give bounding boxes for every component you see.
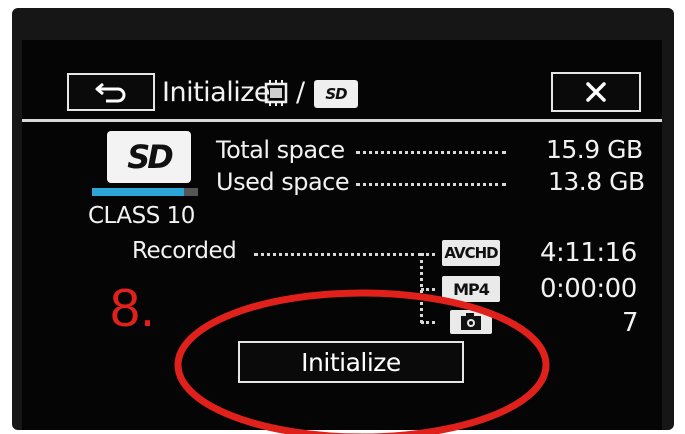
used-space-label: Used space [216, 168, 350, 196]
recorded-branch-1 [421, 253, 435, 256]
initialize-button[interactable]: Initialize [238, 341, 464, 383]
avchd-duration: 4:11:16 [540, 238, 637, 268]
avchd-format-badge: AVCHD [442, 240, 500, 266]
used-space-value: 13.8 GB [548, 167, 645, 196]
recorded-label: Recorded [132, 238, 237, 264]
back-arrow-icon [95, 82, 126, 103]
sd-icon-text: SD [325, 85, 347, 103]
close-button[interactable] [551, 72, 641, 112]
recorded-branch-2 [421, 288, 435, 291]
photo-icon [450, 310, 492, 334]
initialize-button-label: Initialize [301, 347, 401, 377]
sd-card-icon: SD [314, 80, 358, 108]
usage-bar [92, 188, 198, 196]
page-title: Initialize [162, 77, 271, 108]
card-class-label: CLASS 10 [88, 203, 195, 229]
close-icon [586, 82, 606, 102]
total-space-value: 15.9 GB [546, 135, 643, 164]
header-divider [22, 119, 662, 122]
recorded-leader [254, 253, 422, 256]
sd-card-logo: SD [107, 131, 191, 183]
used-space-leader [356, 183, 506, 186]
step-number-annotation: 8. [110, 278, 156, 338]
sd-logo-text: SD [127, 138, 174, 176]
photo-count: 7 [622, 308, 639, 338]
total-space-label: Total space [216, 136, 345, 164]
usage-bar-fill [92, 188, 184, 196]
total-space-leader [356, 151, 506, 154]
mp4-duration: 0:00:00 [540, 274, 637, 304]
built-in-memory-icon [264, 80, 288, 106]
recorded-branch-3 [421, 321, 435, 324]
back-button[interactable] [67, 73, 155, 111]
mp4-format-badge: MP4 [442, 276, 500, 302]
title-separator: / [296, 77, 305, 108]
